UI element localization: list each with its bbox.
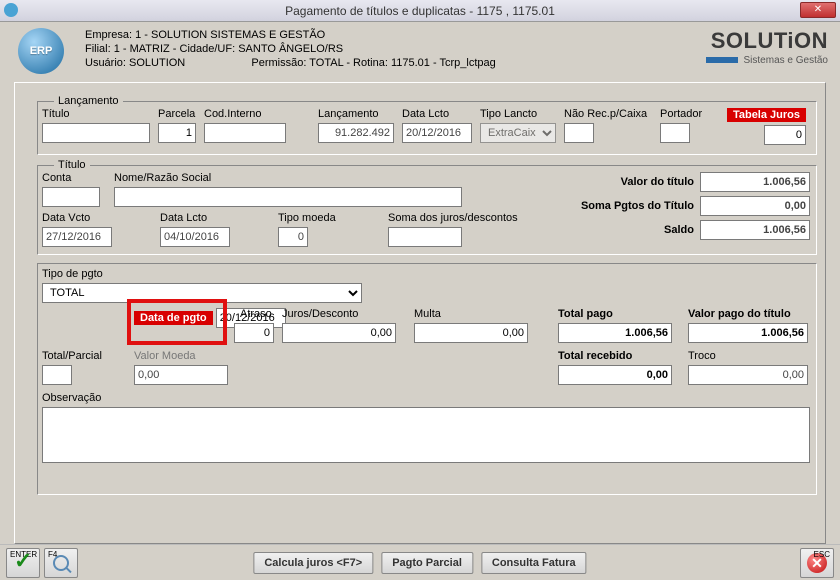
input-nome <box>114 187 462 207</box>
label-tipo-moeda: Tipo moeda <box>278 212 336 224</box>
close-button[interactable]: ✕ <box>800 2 836 18</box>
input-nao-rec[interactable] <box>564 123 594 143</box>
label-valor-titulo: Valor do título <box>514 176 694 188</box>
input-total-parcial[interactable] <box>42 365 72 385</box>
input-lancamento <box>318 123 394 143</box>
label-data-lcto2: Data Lcto <box>160 212 230 224</box>
label-titulo: Título <box>42 108 156 120</box>
input-juros-desc[interactable] <box>282 323 396 343</box>
input-data-lcto <box>402 123 472 143</box>
label-nao-rec: Não Rec.p/Caixa <box>564 108 658 120</box>
label-troco: Troco <box>688 350 808 362</box>
label-total-pago: Total pago <box>558 308 672 320</box>
input-valor-moeda <box>134 365 228 385</box>
input-multa[interactable] <box>414 323 528 343</box>
f4-button[interactable]: F4 <box>44 548 78 578</box>
erp-logo: ERP <box>18 28 64 74</box>
calc-juros-button[interactable]: Calcula juros <F7> <box>253 552 373 574</box>
textarea-observacao[interactable] <box>42 407 810 463</box>
pagto-parcial-button[interactable]: Pagto Parcial <box>381 552 473 574</box>
label-total-parcial: Total/Parcial <box>42 350 102 362</box>
header-permissao: Permissão: TOTAL - Rotina: 1175.01 - Tcr… <box>251 57 495 69</box>
label-tipo-lancto: Tipo Lancto <box>480 108 562 120</box>
display-soma-pgtos <box>700 196 810 216</box>
bottom-toolbar: ENTER F4 Calcula juros <F7> Pagto Parcia… <box>0 544 840 580</box>
brand-logo: SOLUTiON Sistemas e Gestão <box>706 28 828 66</box>
select-tipo-pgto[interactable]: TOTAL <box>42 283 362 303</box>
label-data-lcto: Data Lcto <box>402 108 478 120</box>
input-soma-juros <box>388 227 462 247</box>
brand-tagline: Sistemas e Gestão <box>744 55 828 66</box>
label-data-pgto: Data de pgto <box>134 311 213 325</box>
label-data-vcto: Data Vcto <box>42 212 112 224</box>
search-icon <box>53 555 69 571</box>
input-total-recebido[interactable] <box>558 365 672 385</box>
consulta-fatura-button[interactable]: Consulta Fatura <box>481 552 587 574</box>
label-valor-moeda: Valor Moeda <box>134 350 228 362</box>
label-observacao: Observação <box>42 392 810 404</box>
input-tabela-juros[interactable] <box>764 125 806 145</box>
window-title: Pagamento de títulos e duplicatas - 1175… <box>285 4 555 18</box>
label-portador: Portador <box>660 108 718 120</box>
lancamento-legend: Lançamento <box>54 95 123 107</box>
input-data-lcto2 <box>160 227 230 247</box>
label-nome: Nome/Razão Social <box>114 172 462 184</box>
input-conta <box>42 187 100 207</box>
input-titulo[interactable] <box>42 123 150 143</box>
select-tipo-lancto: ExtraCaixa <box>480 123 556 143</box>
header-empresa: Empresa: 1 - SOLUTION SISTEMAS E GESTÃO <box>85 28 496 42</box>
titulo-legend: Título <box>54 159 90 171</box>
label-soma-juros: Soma dos juros/descontos <box>388 212 518 224</box>
header-filial: Filial: 1 - MATRIZ - Cidade/UF: SANTO ÂN… <box>85 42 496 56</box>
input-troco <box>688 365 808 385</box>
app-icon <box>4 3 18 17</box>
label-conta: Conta <box>42 172 100 184</box>
label-atraso: Atraso <box>240 308 274 320</box>
input-atraso[interactable] <box>234 323 274 343</box>
label-saldo: Saldo <box>514 224 694 236</box>
label-multa: Multa <box>414 308 528 320</box>
label-total-recebido: Total recebido <box>558 350 672 362</box>
brand-name: SOLUTiON <box>706 28 828 54</box>
header-info: Empresa: 1 - SOLUTION SISTEMAS E GESTÃO … <box>85 28 496 70</box>
title-bar: Pagamento de títulos e duplicatas - 1175… <box>0 0 840 22</box>
input-tipo-moeda <box>278 227 308 247</box>
check-icon <box>14 554 32 572</box>
input-parcela[interactable] <box>158 123 196 143</box>
label-parcela: Parcela <box>158 108 202 120</box>
header-usuario: Usuário: SOLUTION <box>85 57 185 69</box>
display-saldo <box>700 220 810 240</box>
label-cod-interno: Cod.Interno <box>204 108 292 120</box>
input-portador[interactable] <box>660 123 690 143</box>
label-lancamento: Lançamento <box>318 108 400 120</box>
input-total-pago[interactable] <box>558 323 672 343</box>
input-cod-interno[interactable] <box>204 123 286 143</box>
input-valor-pago[interactable] <box>688 323 808 343</box>
label-tabela-juros: Tabela Juros <box>727 108 806 122</box>
label-tipo-pgto: Tipo de pgto <box>42 268 362 280</box>
input-data-vcto <box>42 227 112 247</box>
label-valor-pago: Valor pago do título <box>688 308 808 320</box>
enter-button[interactable]: ENTER <box>6 548 40 578</box>
display-valor-titulo <box>700 172 810 192</box>
esc-button[interactable]: ESC ✕ <box>800 548 834 578</box>
label-soma-pgtos: Soma Pgtos do Título <box>514 200 694 212</box>
label-juros-desc: Juros/Desconto <box>282 308 396 320</box>
